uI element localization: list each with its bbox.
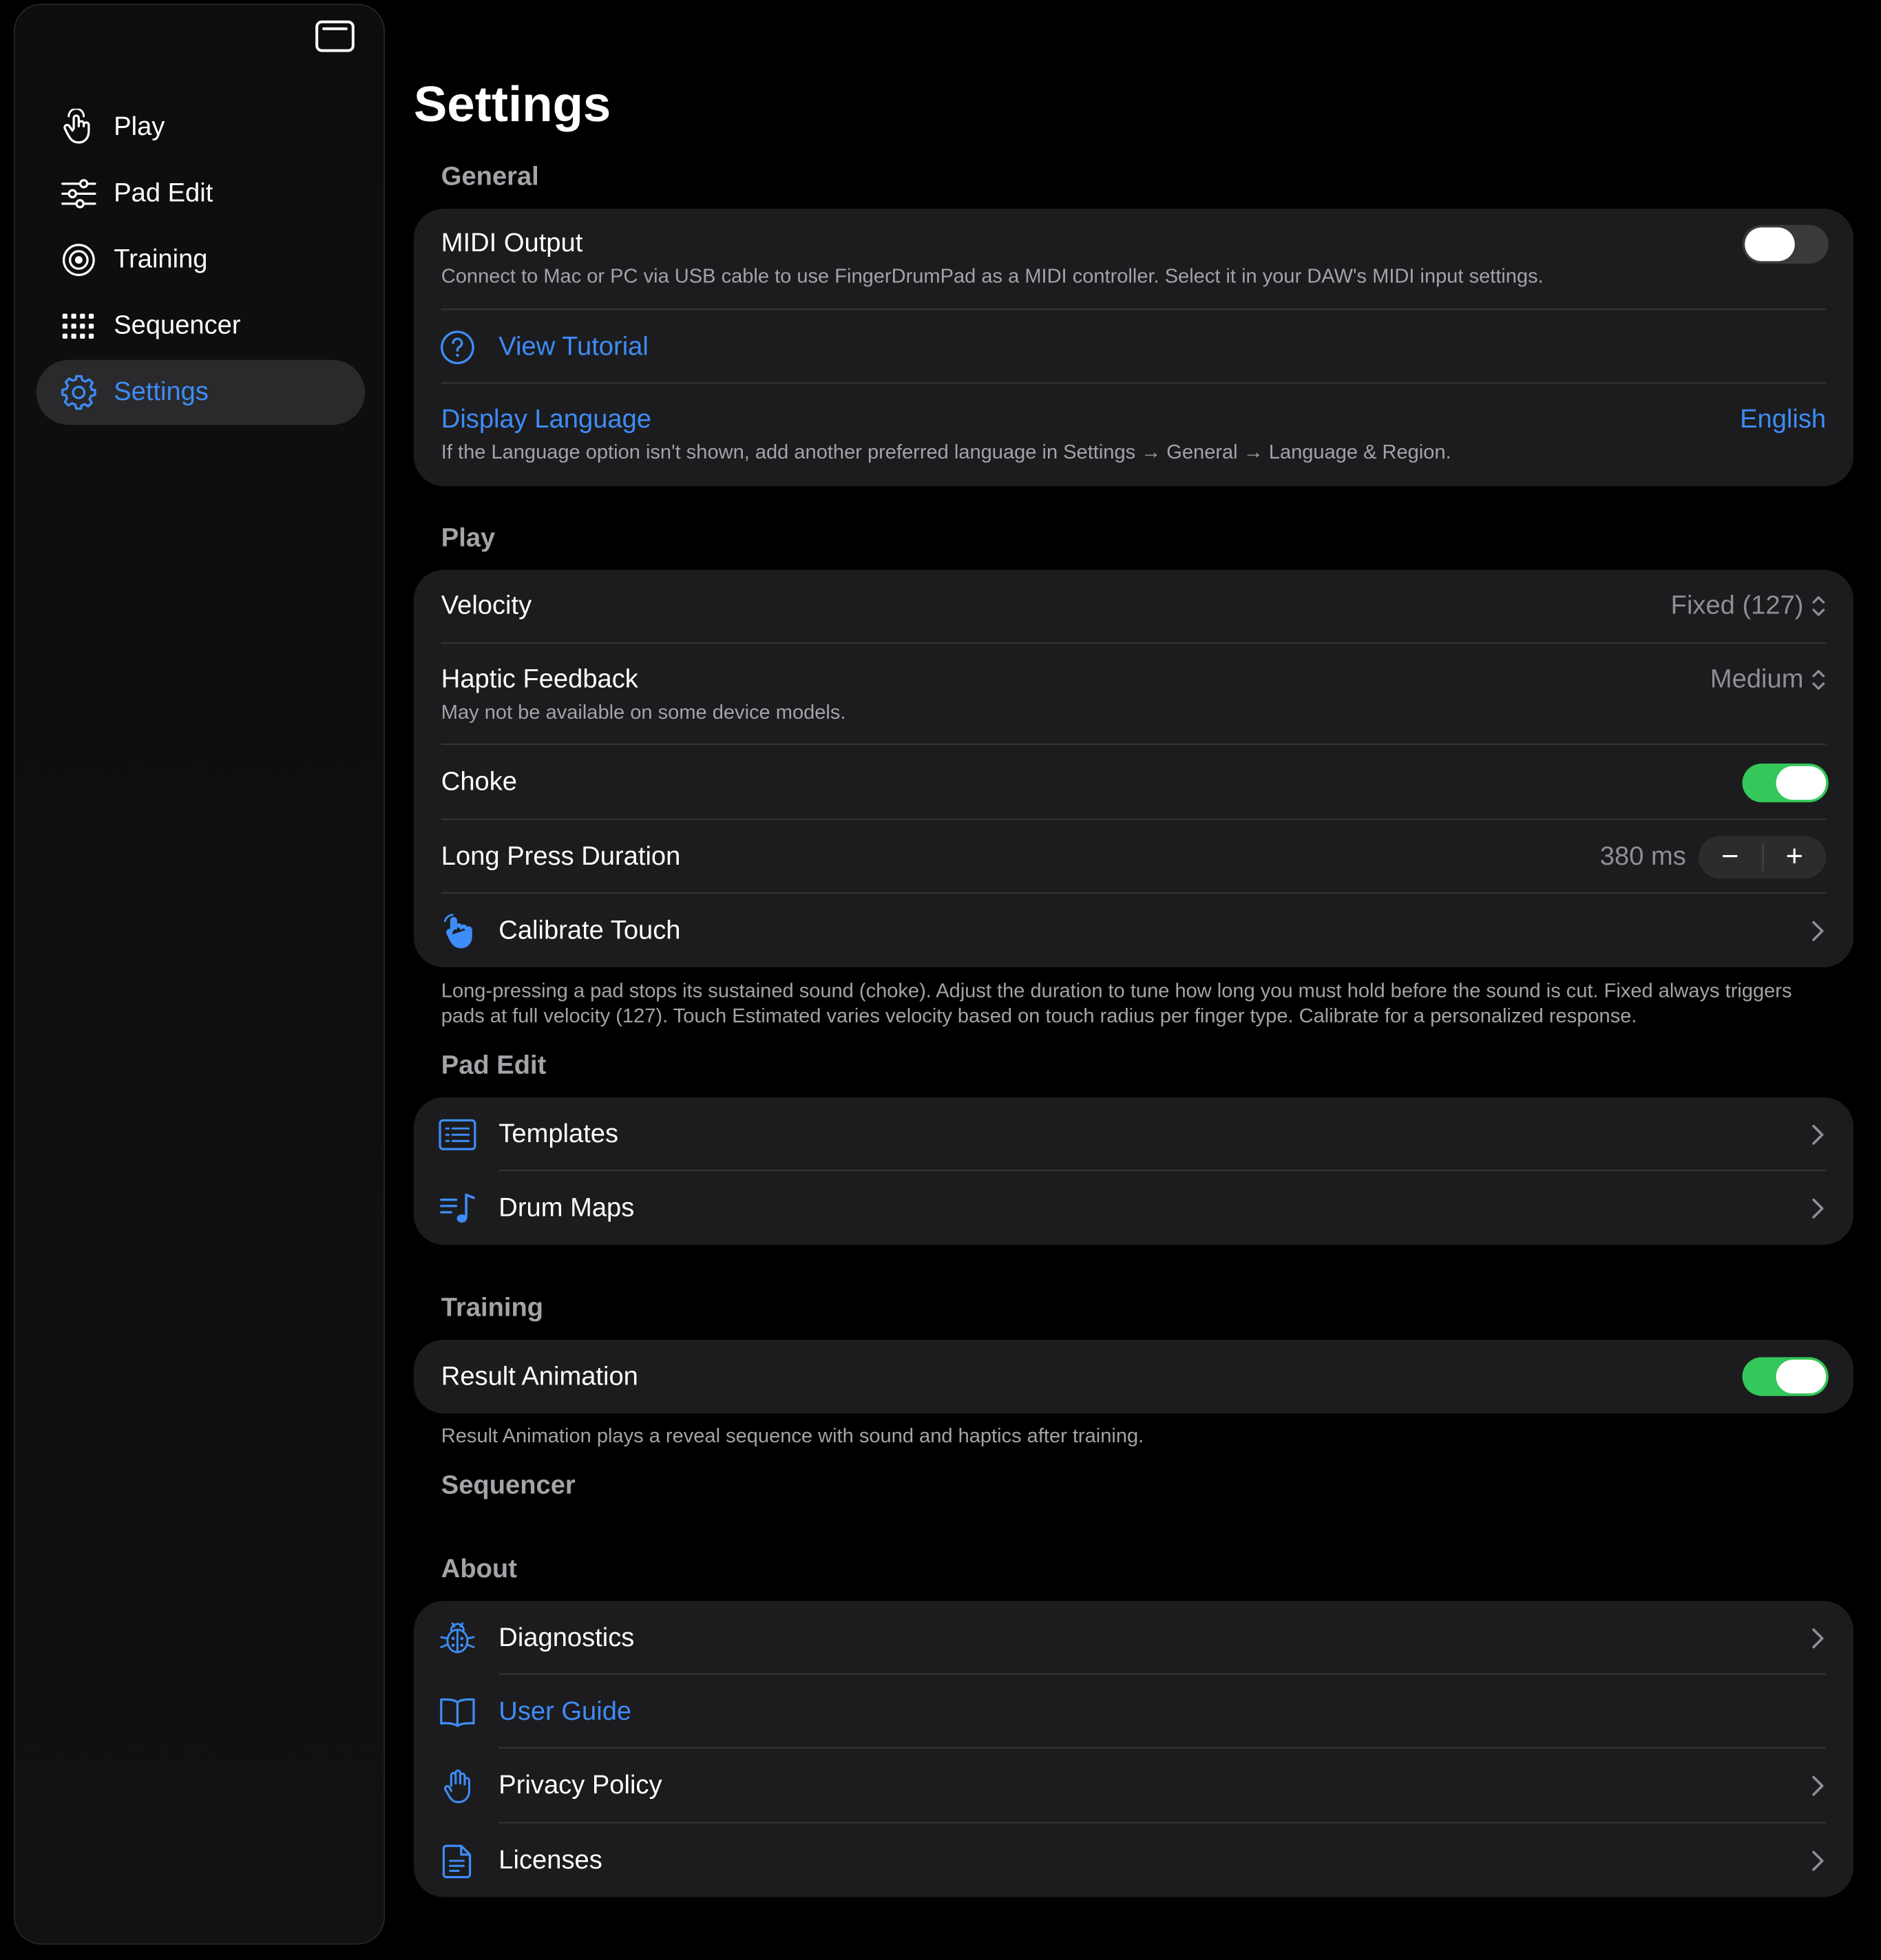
sidebar-item-label: Settings: [114, 377, 209, 406]
user-guide-link[interactable]: User Guide: [498, 1697, 631, 1727]
pad-edit-group: Templates Drum Maps: [413, 1097, 1854, 1245]
haptic-feedback-title: Haptic Feedback: [441, 664, 638, 694]
midi-output-subtitle: Connect to Mac or PC via USB cable to us…: [441, 266, 1544, 288]
chevron-right-icon: [1812, 1851, 1824, 1871]
privacy-policy-title: Privacy Policy: [498, 1771, 662, 1800]
long-press-value: 380 ms: [1599, 842, 1686, 872]
display-language-link[interactable]: Display Language: [441, 405, 651, 435]
velocity-row[interactable]: Velocity Fixed (127): [414, 570, 1853, 644]
target-icon: [60, 241, 97, 278]
drum-maps-row[interactable]: Drum Maps: [414, 1171, 1853, 1245]
book-icon: [439, 1694, 476, 1731]
haptic-feedback-value: Medium: [1710, 664, 1804, 694]
sidebar-item-training[interactable]: Training: [36, 227, 365, 292]
music-list-icon: [439, 1190, 476, 1227]
user-guide-row[interactable]: User Guide: [414, 1675, 1853, 1749]
training-group: Result Animation: [413, 1340, 1854, 1414]
chevron-right-icon: [1812, 1775, 1824, 1796]
choke-row: Choke: [414, 745, 1853, 820]
display-language-value: English: [1740, 405, 1827, 434]
result-animation-toggle[interactable]: [1742, 1357, 1829, 1396]
training-footnote: Result Animation plays a reveal sequence…: [441, 1426, 1144, 1448]
haptic-feedback-row[interactable]: Haptic Feedback May not be available on …: [414, 644, 1853, 745]
result-animation-row: Result Animation: [414, 1340, 1853, 1413]
chevron-right-icon: [1812, 1198, 1824, 1219]
section-header-training: Training: [441, 1293, 544, 1323]
decrement-button[interactable]: −: [1699, 836, 1762, 878]
sidebar-toggle-icon[interactable]: [315, 20, 355, 52]
sidebar-item-label: Pad Edit: [114, 178, 213, 208]
sidebar-nav: Play Pad Edit Training Sequencer Setting…: [36, 95, 366, 426]
hand-tap-icon: [60, 108, 97, 146]
long-press-row: Long Press Duration 380 ms − +: [414, 820, 1853, 894]
display-language-subtitle: If the Language option isn't shown, add …: [441, 442, 1451, 464]
velocity-title: Velocity: [441, 591, 532, 620]
midi-output-row: MIDI Output Connect to Mac or PC via USB…: [414, 209, 1853, 310]
choke-toggle[interactable]: [1742, 763, 1829, 803]
sidebar-item-play[interactable]: Play: [36, 95, 365, 160]
velocity-picker[interactable]: Fixed (127): [1671, 591, 1826, 622]
gear-icon: [60, 374, 97, 411]
velocity-value: Fixed (127): [1670, 591, 1804, 620]
chevron-right-icon: [1812, 1628, 1824, 1649]
calibrate-touch-title: Calibrate Touch: [498, 916, 681, 945]
question-circle-icon: [439, 328, 476, 366]
long-press-title: Long Press Duration: [441, 842, 681, 872]
sliders-icon: [60, 175, 97, 212]
templates-row[interactable]: Templates: [414, 1097, 1853, 1171]
view-tutorial-link[interactable]: View Tutorial: [498, 333, 649, 363]
chevron-right-icon: [1812, 1124, 1824, 1145]
up-down-chevron-icon: [1811, 667, 1826, 692]
list-icon: [439, 1116, 476, 1153]
sidebar: Play Pad Edit Training Sequencer Setting…: [13, 3, 386, 1945]
general-group: MIDI Output Connect to Mac or PC via USB…: [413, 209, 1854, 487]
about-group: Diagnostics User Guide Privacy Policy Li…: [413, 1601, 1854, 1897]
play-footnote: Long-pressing a pad stops its sustained …: [441, 981, 1792, 1028]
sidebar-item-label: Play: [114, 112, 165, 142]
diagnostics-title: Diagnostics: [498, 1623, 635, 1652]
raised-hand-icon: [439, 1767, 476, 1804]
section-header-play: Play: [441, 523, 496, 553]
drum-maps-title: Drum Maps: [498, 1193, 635, 1223]
display-language-row[interactable]: Display Language English If the Language…: [414, 383, 1853, 486]
calibrate-touch-row[interactable]: Calibrate Touch: [414, 894, 1853, 967]
midi-output-toggle[interactable]: [1742, 224, 1829, 264]
sidebar-item-label: Sequencer: [114, 311, 241, 340]
result-animation-title: Result Animation: [441, 1362, 638, 1391]
document-icon: [439, 1842, 476, 1879]
privacy-policy-row[interactable]: Privacy Policy: [414, 1749, 1853, 1824]
midi-output-title: MIDI Output: [441, 229, 583, 257]
sidebar-item-settings[interactable]: Settings: [36, 359, 366, 425]
templates-title: Templates: [498, 1119, 619, 1149]
grid-dots-icon: [60, 308, 97, 345]
diagnostics-row[interactable]: Diagnostics: [414, 1601, 1853, 1675]
section-header-pad-edit: Pad Edit: [441, 1051, 547, 1080]
page-title: Settings: [413, 77, 611, 133]
haptic-feedback-subtitle: May not be available on some device mode…: [441, 702, 846, 724]
section-header-general: General: [441, 162, 539, 191]
up-down-chevron-icon: [1811, 593, 1826, 618]
ladybug-icon: [439, 1619, 476, 1656]
haptic-feedback-picker[interactable]: Medium: [1710, 665, 1826, 695]
long-press-stepper[interactable]: − +: [1698, 836, 1827, 879]
sidebar-item-pad-edit[interactable]: Pad Edit: [36, 161, 365, 226]
sidebar-item-sequencer[interactable]: Sequencer: [36, 294, 365, 359]
licenses-title: Licenses: [498, 1846, 602, 1875]
hand-tap-icon: [439, 912, 476, 949]
increment-button[interactable]: +: [1763, 836, 1826, 878]
view-tutorial-row[interactable]: View Tutorial: [414, 310, 1853, 384]
section-header-about: About: [441, 1555, 517, 1583]
choke-title: Choke: [441, 767, 517, 797]
chevron-right-icon: [1812, 920, 1824, 941]
play-group: Velocity Fixed (127) Haptic Feedback May…: [413, 569, 1854, 968]
licenses-row[interactable]: Licenses: [414, 1824, 1853, 1897]
sidebar-item-label: Training: [114, 244, 208, 274]
section-header-sequencer: Sequencer: [441, 1471, 576, 1500]
